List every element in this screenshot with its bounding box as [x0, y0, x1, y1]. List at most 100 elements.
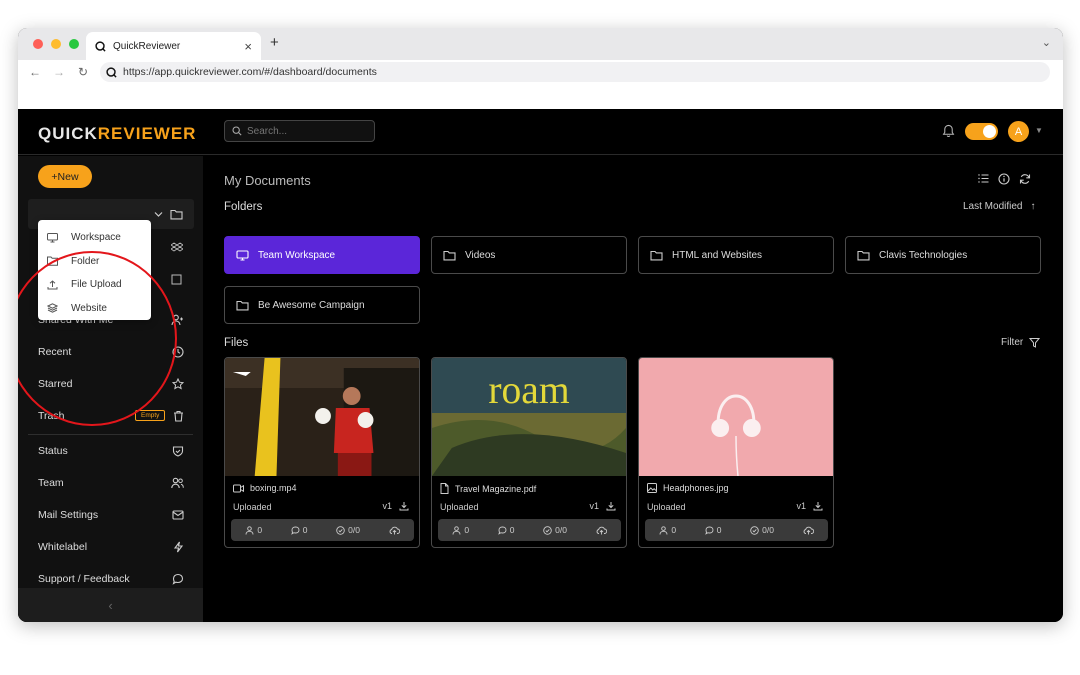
- comments-stat[interactable]: 0: [704, 525, 722, 535]
- sort-ascending-arrow-icon[interactable]: ↑: [1030, 201, 1035, 212]
- comments-stat[interactable]: 0: [497, 525, 515, 535]
- url-field[interactable]: https://app.quickreviewer.com/#/dashboar…: [100, 62, 1050, 82]
- browser-tab[interactable]: QuickReviewer ×: [86, 32, 261, 60]
- file-card[interactable]: boxing.mp4 Uploaded v1 0 0 0/0: [224, 357, 420, 548]
- folder-icon: [236, 300, 249, 310]
- sidebar-item-label: Support / Feedback: [38, 573, 130, 585]
- check-circle-icon: [336, 525, 345, 535]
- folders-heading: Folders: [224, 201, 263, 213]
- search-input[interactable]: [247, 125, 367, 137]
- main-content: My Documents Folders Last Modified ↑ Tea…: [203, 156, 1063, 622]
- new-button[interactable]: +New: [38, 165, 92, 188]
- dropbox-icon: [171, 242, 183, 252]
- filter-icon: [1029, 338, 1041, 348]
- menu-item-label: Workspace: [71, 232, 121, 244]
- folder-tile[interactable]: Videos: [431, 236, 627, 274]
- sidebar-item-whitelabel[interactable]: Whitelabel: [38, 538, 184, 556]
- approvals-stat[interactable]: 0/0: [543, 525, 567, 535]
- folder-tile[interactable]: Team Workspace: [224, 236, 420, 274]
- approvals-stat[interactable]: 0/0: [336, 525, 360, 535]
- close-window-button[interactable]: [33, 39, 43, 49]
- avatar[interactable]: A: [1008, 121, 1029, 142]
- menu-item-workspace[interactable]: Workspace: [38, 226, 151, 250]
- download-icon[interactable]: [813, 501, 823, 511]
- approvals-count: 0/0: [762, 525, 774, 535]
- reviewers-stat[interactable]: 0: [452, 525, 469, 535]
- app-logo[interactable]: QUICKREVIEWER: [38, 124, 196, 144]
- info-icon[interactable]: [998, 173, 1010, 185]
- download-icon[interactable]: [399, 501, 409, 511]
- comments-count: 0: [716, 525, 722, 535]
- folder-icon: [170, 209, 183, 220]
- monitor-icon: [236, 249, 249, 261]
- sidebar-item-label: Whitelabel: [38, 541, 88, 553]
- folder-label: Be Awesome Campaign: [258, 299, 365, 311]
- trash-icon: [174, 410, 183, 422]
- logo-text-quick: QUICK: [38, 124, 98, 143]
- share-stat[interactable]: [389, 526, 400, 535]
- version-label[interactable]: v1: [589, 501, 599, 511]
- folder-tile[interactable]: Be Awesome Campaign: [224, 286, 420, 324]
- sidebar-item-support-feedback[interactable]: Support / Feedback: [38, 570, 184, 588]
- chevron-down-icon[interactable]: [154, 211, 163, 218]
- bolt-icon: [173, 541, 184, 553]
- forward-arrow-icon[interactable]: →: [52, 65, 66, 79]
- folder-tile[interactable]: Clavis Technologies: [845, 236, 1041, 274]
- check-circle-icon: [750, 525, 759, 535]
- tab-list-chevron-icon[interactable]: ⌄: [1042, 36, 1051, 49]
- refresh-icon[interactable]: [1019, 173, 1031, 185]
- sidebar-item-status[interactable]: Status: [38, 442, 184, 460]
- sidebar-item-team[interactable]: Team: [38, 474, 184, 492]
- file-thumbnail: [225, 358, 419, 476]
- version-row: v1: [382, 501, 409, 511]
- collapse-sidebar-button[interactable]: ‹: [18, 588, 203, 622]
- empty-trash-badge[interactable]: Empty: [135, 410, 166, 421]
- files-heading: Files: [224, 337, 249, 349]
- sidebar-item-mail-settings[interactable]: Mail Settings: [38, 506, 184, 524]
- sort-control[interactable]: Last Modified ↑: [963, 201, 1035, 212]
- address-bar-row: ← → ↻ https://app.quickreviewer.com/#/da…: [18, 60, 1063, 84]
- reviewers-stat[interactable]: 0: [659, 525, 676, 535]
- window-controls: [33, 39, 79, 49]
- reviewers-stat[interactable]: 0: [245, 525, 262, 535]
- folder-label: Videos: [465, 249, 496, 261]
- close-tab-icon[interactable]: ×: [244, 39, 252, 54]
- approvals-count: 0/0: [555, 525, 567, 535]
- cloud-upload-icon: [389, 526, 400, 534]
- browser-window: QuickReviewer × + ⌄ ← → ↻ https://app.qu…: [18, 28, 1063, 622]
- folder-tile[interactable]: HTML and Websites: [638, 236, 834, 274]
- download-icon[interactable]: [606, 501, 616, 511]
- reviewers-count: 0: [671, 525, 677, 535]
- reload-icon[interactable]: ↻: [76, 65, 90, 79]
- sidebar-item-label: Mail Settings: [38, 509, 99, 521]
- comments-count: 0: [509, 525, 515, 535]
- version-label[interactable]: v1: [796, 501, 806, 511]
- comments-stat[interactable]: 0: [290, 525, 307, 535]
- file-name-row: Travel Magazine.pdf: [440, 483, 536, 494]
- new-tab-button[interactable]: +: [270, 34, 279, 51]
- minimize-window-button[interactable]: [51, 39, 61, 49]
- search-box[interactable]: [224, 120, 375, 142]
- share-stat[interactable]: [803, 526, 814, 535]
- version-label[interactable]: v1: [382, 501, 392, 511]
- theme-toggle[interactable]: [965, 123, 998, 140]
- drive-icon: [171, 274, 182, 285]
- tab-title: QuickReviewer: [113, 40, 181, 52]
- search-icon: [232, 126, 242, 136]
- maximize-window-button[interactable]: [69, 39, 79, 49]
- list-view-icon[interactable]: [978, 173, 989, 184]
- comment-icon: [290, 526, 300, 535]
- bell-icon[interactable]: [942, 124, 955, 138]
- file-card[interactable]: roam Travel Magazine.pdf Uploaded v1 0 0…: [431, 357, 627, 548]
- share-stat[interactable]: [596, 526, 607, 535]
- approvals-stat[interactable]: 0/0: [750, 525, 774, 535]
- avatar-caret-icon[interactable]: ▼: [1035, 126, 1043, 135]
- magazine-thumb-title: roam: [488, 368, 569, 412]
- logo-text-reviewer: REVIEWER: [97, 124, 197, 143]
- file-card[interactable]: Headphones.jpg Uploaded v1 0 0 0/0: [638, 357, 834, 548]
- comment-icon: [704, 526, 714, 535]
- filter-button[interactable]: Filter: [1001, 337, 1041, 348]
- sidebar-item-label: Team: [38, 477, 64, 489]
- file-name-row: boxing.mp4: [233, 483, 297, 493]
- back-arrow-icon[interactable]: ←: [28, 65, 42, 79]
